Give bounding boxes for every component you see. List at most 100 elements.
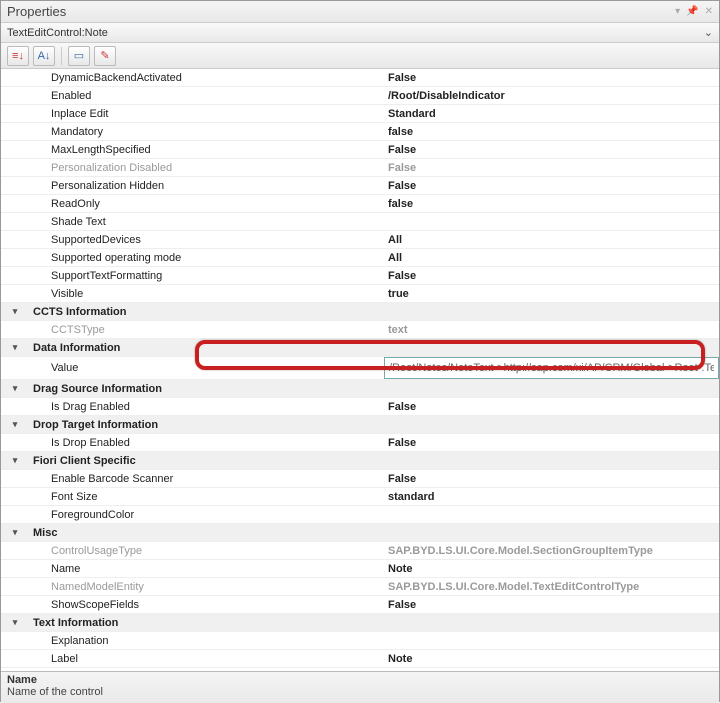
expander-icon[interactable]: ▾ bbox=[13, 527, 18, 538]
property-value[interactable]: text bbox=[384, 322, 719, 338]
title-bar: Properties ▾ 📌 ✕ bbox=[1, 1, 719, 23]
property-name: Mandatory bbox=[29, 124, 384, 140]
toolbar-divider bbox=[61, 47, 62, 65]
property-value[interactable]: false bbox=[384, 124, 719, 140]
autohide-icon[interactable]: ▾ bbox=[675, 6, 680, 17]
property-value[interactable]: False bbox=[384, 399, 719, 415]
category-row[interactable]: ▾Fiori Client Specific bbox=[1, 452, 719, 470]
property-value[interactable]: False bbox=[384, 70, 719, 86]
categorized-button[interactable]: ≡↓ bbox=[7, 46, 29, 66]
description-pane: Name Name of the control bbox=[1, 671, 719, 703]
property-row[interactable]: Enable Barcode ScannerFalse bbox=[1, 470, 719, 488]
property-value[interactable]: /Root/DisableIndicator bbox=[384, 88, 719, 104]
property-name: Enabled bbox=[29, 88, 384, 104]
property-row[interactable]: Personalization DisabledFalse bbox=[1, 159, 719, 177]
property-value[interactable]: False bbox=[384, 597, 719, 613]
property-row[interactable]: Explanation bbox=[1, 632, 719, 650]
property-row[interactable]: ControlUsageTypeSAP.BYD.LS.UI.Core.Model… bbox=[1, 542, 719, 560]
property-value[interactable] bbox=[384, 220, 719, 224]
toolbar: ≡↓ A↓ ▭ ✎ bbox=[1, 43, 719, 69]
property-row[interactable]: ReadOnlyfalse bbox=[1, 195, 719, 213]
property-row[interactable]: ToolTip bbox=[1, 668, 719, 671]
value-input[interactable] bbox=[384, 357, 719, 379]
property-row[interactable]: LabelNote bbox=[1, 650, 719, 668]
property-value[interactable] bbox=[384, 639, 719, 643]
chevron-down-icon[interactable]: ⌄ bbox=[704, 26, 713, 39]
property-row[interactable]: Visibletrue bbox=[1, 285, 719, 303]
property-row[interactable]: ShowScopeFieldsFalse bbox=[1, 596, 719, 614]
window-controls: ▾ 📌 ✕ bbox=[675, 6, 713, 17]
property-name: ControlUsageType bbox=[29, 543, 384, 559]
property-value[interactable]: true bbox=[384, 286, 719, 302]
property-value[interactable] bbox=[384, 513, 719, 517]
property-row[interactable]: Enabled/Root/DisableIndicator bbox=[1, 87, 719, 105]
category-row[interactable]: ▾Text Information bbox=[1, 614, 719, 632]
pin-icon[interactable]: 📌 bbox=[686, 6, 698, 17]
property-row[interactable]: Shade Text bbox=[1, 213, 719, 231]
property-value[interactable]: False bbox=[384, 178, 719, 194]
property-value[interactable] bbox=[384, 357, 719, 379]
category-row[interactable]: ▾Drag Source Information bbox=[1, 380, 719, 398]
property-row[interactable]: Supported operating modeAll bbox=[1, 249, 719, 267]
property-row[interactable]: Personalization HiddenFalse bbox=[1, 177, 719, 195]
expander-icon[interactable]: ▾ bbox=[13, 306, 18, 317]
property-name: CCTSType bbox=[29, 322, 384, 338]
category-label: CCTS Information bbox=[29, 304, 384, 320]
property-name: Is Drag Enabled bbox=[29, 399, 384, 415]
property-value[interactable]: SAP.BYD.LS.UI.Core.Model.TextEditControl… bbox=[384, 579, 719, 595]
category-row[interactable]: ▾ Drop Target Information bbox=[1, 416, 719, 434]
property-value[interactable]: False bbox=[384, 435, 719, 451]
category-spacer bbox=[384, 310, 719, 314]
description-text: Name of the control bbox=[7, 686, 713, 698]
category-label: Drop Target Information bbox=[29, 417, 384, 433]
category-row[interactable]: ▾Data Information bbox=[1, 339, 719, 357]
property-row[interactable]: CCTSTypetext bbox=[1, 321, 719, 339]
category-row[interactable]: ▾ CCTS Information bbox=[1, 303, 719, 321]
property-value[interactable]: Standard bbox=[384, 106, 719, 122]
expander-icon[interactable]: ▾ bbox=[13, 419, 18, 430]
property-row[interactable]: Font Sizestandard bbox=[1, 488, 719, 506]
context-label: TextEditControl:Note bbox=[7, 27, 108, 39]
alphabetical-button[interactable]: A↓ bbox=[33, 46, 55, 66]
context-bar[interactable]: TextEditControl:Note ⌄ bbox=[1, 23, 719, 43]
property-value[interactable]: standard bbox=[384, 489, 719, 505]
property-row[interactable]: NameNote bbox=[1, 560, 719, 578]
property-row[interactable]: MaxLengthSpecifiedFalse bbox=[1, 141, 719, 159]
property-row[interactable]: Value bbox=[1, 357, 719, 380]
property-value[interactable]: False bbox=[384, 471, 719, 487]
property-name: ReadOnly bbox=[29, 196, 384, 212]
property-name: Enable Barcode Scanner bbox=[29, 471, 384, 487]
property-value[interactable]: SAP.BYD.LS.UI.Core.Model.SectionGroupIte… bbox=[384, 543, 719, 559]
property-name: Personalization Hidden bbox=[29, 178, 384, 194]
expander-icon[interactable]: ▾ bbox=[13, 455, 18, 466]
property-name: Personalization Disabled bbox=[29, 160, 384, 176]
property-value[interactable]: False bbox=[384, 142, 719, 158]
edit-button[interactable]: ✎ bbox=[94, 46, 116, 66]
property-row[interactable]: DynamicBackendActivatedFalse bbox=[1, 69, 719, 87]
property-row[interactable]: Is Drop EnabledFalse bbox=[1, 434, 719, 452]
property-value[interactable]: Note bbox=[384, 561, 719, 577]
expander-icon[interactable]: ▾ bbox=[13, 617, 18, 628]
close-icon[interactable]: ✕ bbox=[705, 6, 713, 17]
property-pages-button[interactable]: ▭ bbox=[68, 46, 90, 66]
property-grid[interactable]: DynamicBackendActivatedFalseEnabled/Root… bbox=[1, 69, 719, 671]
category-spacer bbox=[384, 346, 719, 350]
property-value[interactable]: False bbox=[384, 268, 719, 284]
property-row[interactable]: Is Drag EnabledFalse bbox=[1, 398, 719, 416]
property-value[interactable]: False bbox=[384, 160, 719, 176]
expander-icon[interactable]: ▾ bbox=[13, 383, 18, 394]
property-row[interactable]: Mandatoryfalse bbox=[1, 123, 719, 141]
property-name: Supported operating mode bbox=[29, 250, 384, 266]
property-row[interactable]: SupportTextFormattingFalse bbox=[1, 267, 719, 285]
panel-title: Properties bbox=[7, 4, 66, 19]
property-row[interactable]: Inplace EditStandard bbox=[1, 105, 719, 123]
property-row[interactable]: SupportedDevicesAll bbox=[1, 231, 719, 249]
property-value[interactable]: Note bbox=[384, 651, 719, 667]
property-row[interactable]: ForegroundColor bbox=[1, 506, 719, 524]
property-value[interactable]: false bbox=[384, 196, 719, 212]
property-value[interactable]: All bbox=[384, 232, 719, 248]
category-row[interactable]: ▾Misc bbox=[1, 524, 719, 542]
property-row[interactable]: NamedModelEntitySAP.BYD.LS.UI.Core.Model… bbox=[1, 578, 719, 596]
property-value[interactable]: All bbox=[384, 250, 719, 266]
expander-icon[interactable]: ▾ bbox=[13, 342, 18, 353]
